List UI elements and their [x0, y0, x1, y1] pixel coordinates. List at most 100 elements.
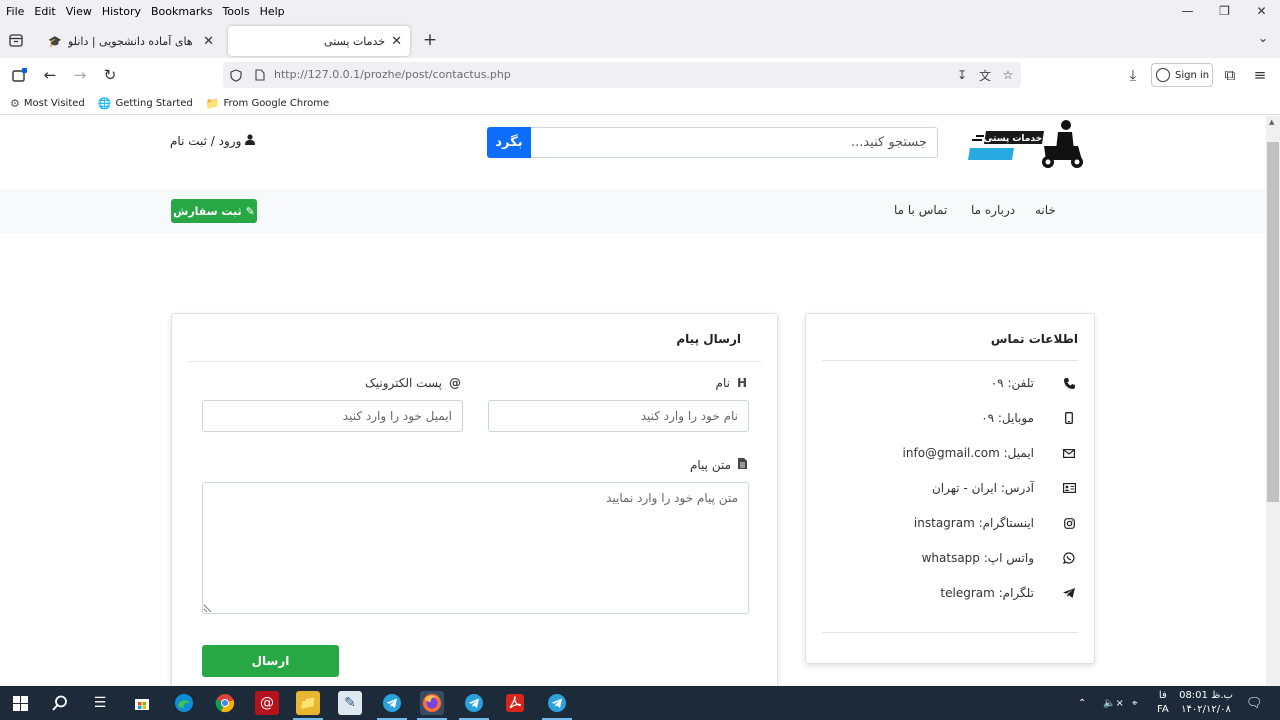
- bookmark-label: Getting Started: [115, 97, 193, 109]
- chevron-down-icon[interactable]: ⌄: [1258, 31, 1268, 45]
- menu-bookmarks[interactable]: Bookmarks: [146, 5, 217, 18]
- phone-icon: [1060, 377, 1078, 389]
- volume-muted-icon[interactable]: 🔈×: [1103, 686, 1124, 720]
- bookmark-from-chrome[interactable]: 📁 From Google Chrome: [206, 97, 329, 110]
- email-label-text: پست الکترونیک: [365, 376, 442, 390]
- language-indicator[interactable]: فا FA: [1157, 686, 1169, 720]
- language-script: فا: [1158, 690, 1167, 701]
- network-icon[interactable]: ⌖: [1132, 686, 1138, 720]
- url-text[interactable]: http://127.0.0.1/prozhe/post/contactus.p…: [274, 68, 511, 81]
- close-icon[interactable]: ✕: [203, 34, 214, 49]
- email-field[interactable]: [202, 400, 463, 432]
- sign-in-button[interactable]: Sign in: [1151, 63, 1213, 87]
- menu-view[interactable]: View: [61, 5, 97, 18]
- back-icon[interactable]: ←: [40, 65, 60, 85]
- tab-bar: 🎓 پروژه های آماده دانشجویی | دانلو ✕ خدم…: [0, 22, 1280, 58]
- file-explorer-icon[interactable]: 📁: [296, 691, 320, 715]
- tab-projects[interactable]: 🎓 پروژه های آماده دانشجویی | دانلو ✕: [40, 26, 222, 56]
- globe-icon: 🌐: [97, 96, 112, 110]
- clock[interactable]: 08:01 ب.ظ ۱۴۰۲/۱۲/۰۸: [1176, 689, 1236, 717]
- page-icon[interactable]: [251, 66, 269, 84]
- contact-text: آدرس: ایران - تهران: [931, 481, 1034, 495]
- contact-row-instagram: اینستاگرام: instagram: [822, 514, 1078, 532]
- acrobat-icon[interactable]: [503, 691, 527, 715]
- forward-icon[interactable]: →: [70, 65, 90, 85]
- close-icon[interactable]: ✕: [391, 34, 402, 49]
- search-button[interactable]: بگرد: [487, 127, 531, 158]
- app-red-icon[interactable]: @: [255, 691, 279, 715]
- search-bar: بگرد: [487, 127, 938, 158]
- site-logo[interactable]: خدمات پستی: [966, 116, 1086, 170]
- hamburger-menu-icon[interactable]: ≡: [1250, 65, 1270, 85]
- url-bar[interactable]: http://127.0.0.1/prozhe/post/contactus.p…: [223, 62, 1021, 88]
- tray-chevron-icon[interactable]: ⌃: [1078, 686, 1086, 720]
- translate-icon[interactable]: 文: [976, 66, 994, 84]
- envelope-icon: [1060, 448, 1078, 458]
- page-scrollbar[interactable]: ▲: [1266, 116, 1280, 686]
- message-textarea[interactable]: [202, 482, 749, 614]
- telegram-taskbar-icon[interactable]: [380, 691, 404, 715]
- place-order-button[interactable]: ✎ ثبت سفارش: [171, 199, 257, 223]
- contact-text: واتس اپ: whatsapp: [921, 551, 1034, 565]
- close-window-icon[interactable]: ✕: [1243, 0, 1280, 22]
- nav-home[interactable]: خانه: [1035, 203, 1056, 217]
- firefox-view-icon[interactable]: [10, 65, 30, 85]
- gear-icon: ⚙: [10, 96, 20, 110]
- login-label: ورود / ثبت نام: [170, 134, 242, 148]
- email-label: @ پست الکترونیک: [365, 376, 461, 390]
- nav-about[interactable]: درباره ما: [971, 203, 1015, 217]
- new-tab-icon[interactable]: +: [420, 30, 440, 50]
- tab-overview-icon[interactable]: [5, 30, 27, 50]
- windows-start-icon[interactable]: [8, 691, 32, 715]
- downloads-icon[interactable]: ⤓: [1123, 65, 1143, 85]
- contact-row-address: آدرس: ایران - تهران: [822, 479, 1078, 497]
- contact-text: اینستاگرام: instagram: [913, 516, 1034, 530]
- message-label: متن پیام: [690, 458, 747, 472]
- heading-icon: H: [736, 376, 747, 390]
- firefox-taskbar-icon[interactable]: [420, 691, 444, 715]
- search-icon[interactable]: [48, 691, 72, 715]
- minimize-icon[interactable]: —: [1169, 0, 1206, 22]
- scrollbar-thumb[interactable]: [1267, 142, 1279, 502]
- tab-title: پروژه های آماده دانشجویی | دانلو: [68, 34, 197, 48]
- nav-contact[interactable]: تماس با ما: [894, 203, 947, 217]
- telegram-taskbar-icon-2[interactable]: [462, 691, 486, 715]
- bookmark-most-visited[interactable]: ⚙ Most Visited: [10, 97, 85, 110]
- contact-row-phone: تلفن: ۰۹: [822, 374, 1078, 392]
- restore-icon[interactable]: ❐: [1206, 0, 1243, 22]
- name-label-text: نام: [715, 376, 730, 390]
- save-page-icon[interactable]: ↧: [953, 66, 971, 84]
- contact-text: تلفن: ۰۹: [990, 376, 1034, 390]
- menu-help[interactable]: Help: [255, 5, 290, 18]
- divider: [188, 361, 761, 362]
- at-sign-icon: @: [449, 376, 461, 390]
- menu-history[interactable]: History: [97, 5, 146, 18]
- telegram-taskbar-icon-3[interactable]: [545, 691, 569, 715]
- file-text-icon: [738, 458, 747, 472]
- name-field[interactable]: [488, 400, 749, 432]
- shield-icon[interactable]: [227, 66, 245, 84]
- edge-icon[interactable]: [172, 691, 196, 715]
- window-controls: — ❐ ✕: [1169, 0, 1280, 22]
- task-view-icon[interactable]: ☰: [88, 691, 112, 715]
- menu-file[interactable]: File: [0, 5, 29, 18]
- menu-tools[interactable]: Tools: [217, 5, 254, 18]
- reload-icon[interactable]: ↻: [100, 65, 120, 85]
- send-button[interactable]: ارسال: [202, 645, 339, 677]
- chrome-icon[interactable]: [213, 691, 237, 715]
- bookmark-getting-started[interactable]: 🌐 Getting Started: [98, 97, 193, 110]
- menu-edit[interactable]: Edit: [29, 5, 60, 18]
- scroll-up-icon[interactable]: ▲: [1269, 118, 1274, 126]
- tab-postal-services[interactable]: خدمات پستی ✕: [228, 26, 410, 56]
- contact-text: موبایل: ۰۹: [981, 411, 1034, 425]
- notifications-icon[interactable]: 🗨: [1246, 686, 1263, 720]
- extensions-icon[interactable]: ⧉: [1220, 65, 1240, 85]
- star-icon[interactable]: ☆: [999, 66, 1017, 84]
- message-label-text: متن پیام: [689, 458, 731, 472]
- notepad-icon[interactable]: ✎: [338, 691, 362, 715]
- whatsapp-icon: [1060, 552, 1078, 564]
- login-link[interactable]: ورود / ثبت نام: [170, 134, 256, 148]
- pencil-icon: ✎: [245, 204, 255, 218]
- search-input[interactable]: [530, 127, 938, 158]
- store-icon[interactable]: [130, 691, 154, 715]
